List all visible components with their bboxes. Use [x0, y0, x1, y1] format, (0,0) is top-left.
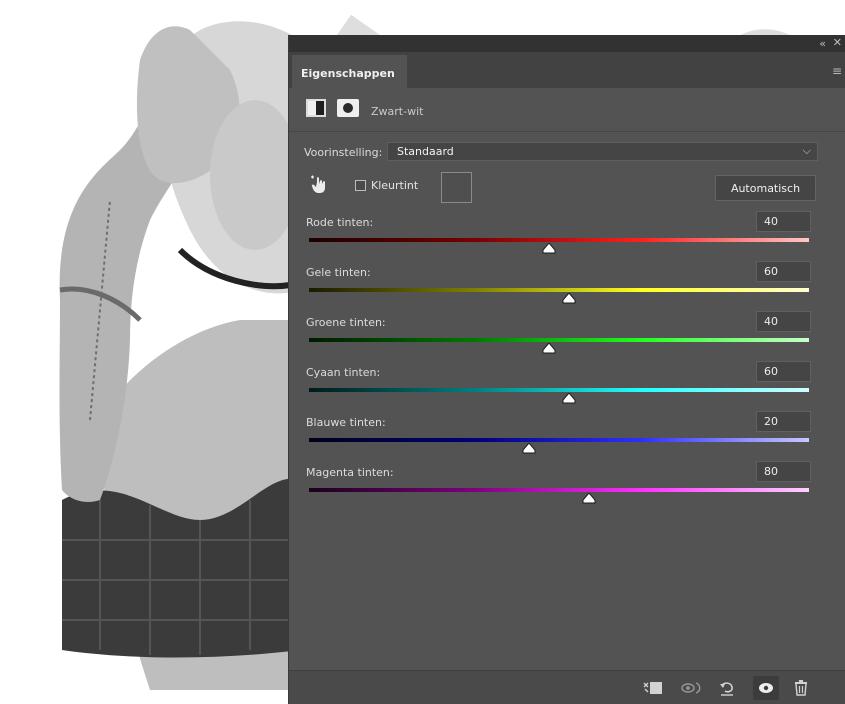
slider-thumb[interactable] — [562, 392, 576, 404]
slider-row: Rode tinten: 40 — [289, 211, 845, 261]
slider-value-input[interactable]: 20 — [756, 411, 811, 432]
slider-track[interactable] — [309, 288, 809, 292]
slider-track[interactable] — [309, 338, 809, 342]
tint-color-swatch[interactable] — [441, 172, 472, 203]
auto-button[interactable]: Automatisch — [715, 175, 816, 201]
slider-row: Gele tinten: 60 — [289, 261, 845, 311]
chevron-down-icon: ⌵ — [802, 144, 811, 157]
slider-value-input[interactable]: 40 — [756, 211, 811, 232]
divider — [289, 131, 845, 132]
slider-label: Cyaan tinten: — [306, 366, 381, 379]
tab-properties[interactable]: Eigenschappen — [292, 55, 407, 88]
visibility-icon[interactable] — [753, 676, 779, 700]
slider-value-input[interactable]: 60 — [756, 261, 811, 282]
slider-label: Magenta tinten: — [306, 466, 394, 479]
slider-label: Groene tinten: — [306, 316, 386, 329]
targeted-adjustment-hand-icon[interactable] — [309, 175, 329, 195]
properties-panel: « ✕ Eigenschappen ≡ Zwart-wit Voorinstel… — [288, 35, 845, 704]
slider-track[interactable] — [309, 438, 809, 442]
slider-row: Blauwe tinten: 20 — [289, 411, 845, 461]
reset-icon[interactable] — [718, 680, 736, 700]
panel-menu-icon[interactable]: ≡ — [832, 64, 842, 78]
slider-value-input[interactable]: 60 — [756, 361, 811, 382]
close-icon[interactable]: ✕ — [833, 36, 842, 49]
slider-track[interactable] — [309, 238, 809, 242]
panel-tab-bar: Eigenschappen ≡ — [289, 52, 845, 88]
tint-label: Kleurtint — [371, 179, 419, 192]
slider-thumb[interactable] — [542, 342, 556, 354]
slider-thumb[interactable] — [542, 242, 556, 254]
view-previous-state-icon[interactable] — [680, 680, 704, 700]
adjustment-icon[interactable] — [306, 99, 326, 117]
slider-thumb[interactable] — [582, 492, 596, 504]
slider-row: Cyaan tinten: 60 — [289, 361, 845, 411]
preset-value: Standaard — [397, 145, 454, 158]
layer-name: Zwart-wit — [371, 105, 424, 118]
slider-row: Magenta tinten: 80 — [289, 461, 845, 511]
collapse-icon[interactable]: « — [819, 37, 826, 50]
panel-footer — [289, 670, 845, 704]
preset-select[interactable]: Standaard ⌵ — [387, 142, 818, 161]
mask-icon[interactable] — [337, 99, 359, 117]
slider-track[interactable] — [309, 488, 809, 492]
tint-checkbox[interactable] — [355, 180, 366, 191]
slider-row: Groene tinten: 40 — [289, 311, 845, 361]
slider-thumb[interactable] — [522, 442, 536, 454]
slider-value-input[interactable]: 80 — [756, 461, 811, 482]
slider-label: Rode tinten: — [306, 216, 374, 229]
slider-thumb[interactable] — [562, 292, 576, 304]
preset-label: Voorinstelling: — [304, 146, 383, 159]
delete-icon[interactable] — [793, 680, 809, 700]
clip-to-layer-icon[interactable] — [642, 680, 664, 700]
slider-value-input[interactable]: 40 — [756, 311, 811, 332]
slider-label: Gele tinten: — [306, 266, 371, 279]
slider-track[interactable] — [309, 388, 809, 392]
slider-label: Blauwe tinten: — [306, 416, 386, 429]
panel-top-strip: « ✕ — [289, 35, 845, 52]
